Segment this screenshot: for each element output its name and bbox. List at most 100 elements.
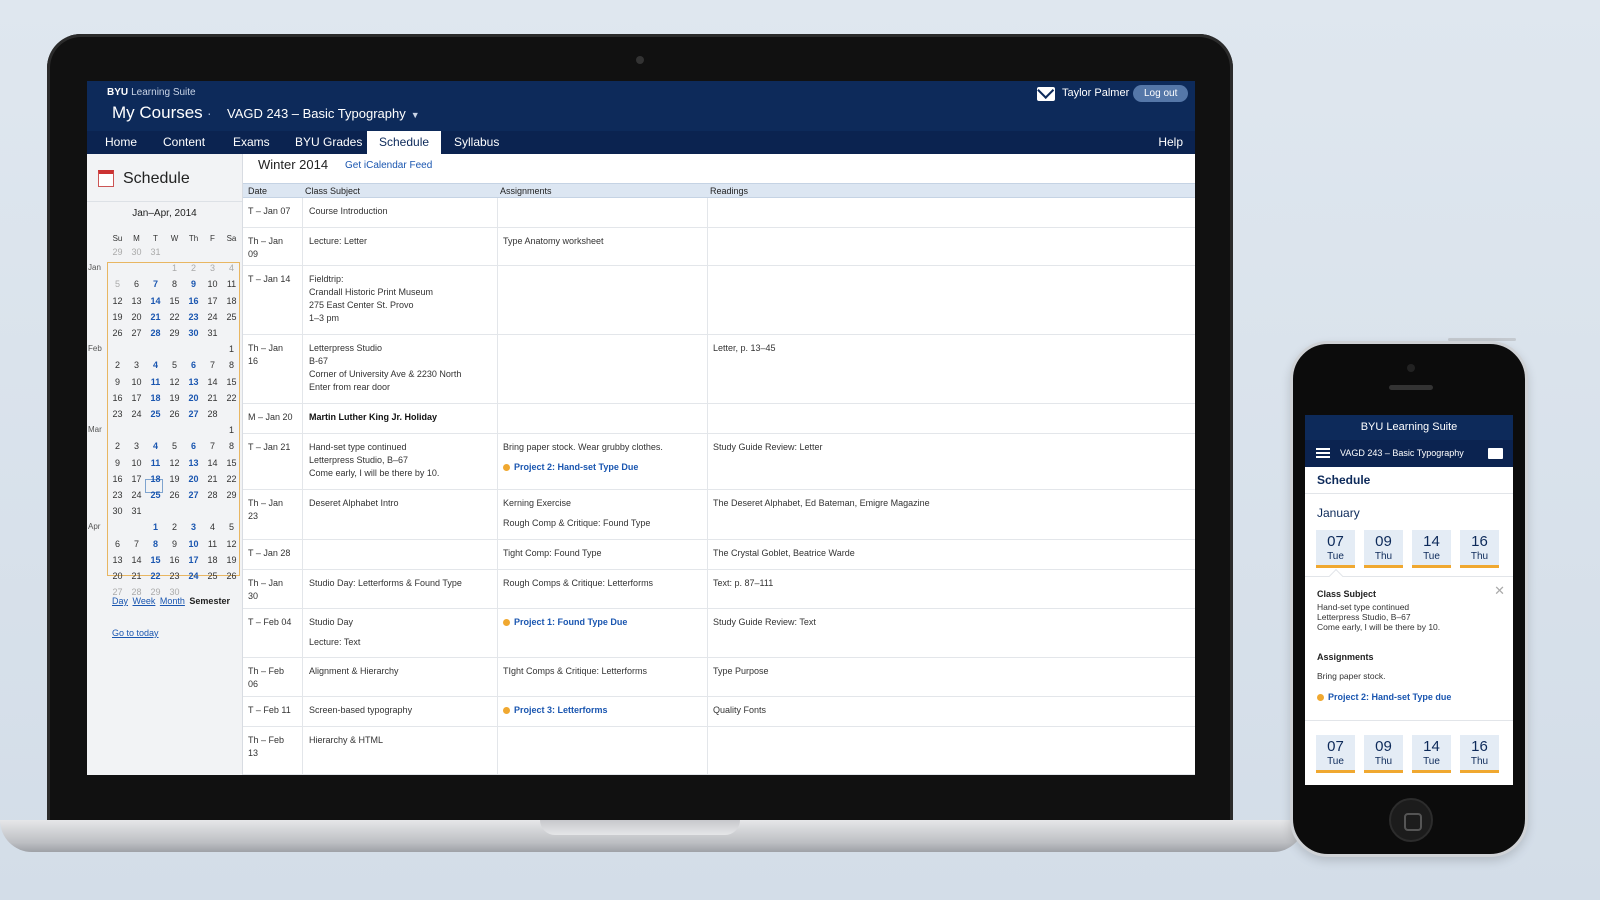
view-month-link[interactable]: Month: [160, 596, 185, 606]
calendar-day[interactable]: 31: [127, 506, 146, 516]
calendar-day[interactable]: 5: [222, 522, 241, 532]
calendar-day[interactable]: 26: [165, 490, 184, 500]
calendar-day[interactable]: 2: [108, 441, 127, 451]
go-to-today-link[interactable]: Go to today: [112, 628, 159, 638]
calendar-day[interactable]: 6: [184, 360, 203, 370]
project-link[interactable]: Project 2: Hand-set Type Due: [503, 461, 713, 474]
calendar-day[interactable]: 18: [203, 555, 222, 565]
calendar-day[interactable]: 18: [146, 474, 165, 484]
calendar-day[interactable]: 5: [165, 441, 184, 451]
phone-date-tile[interactable]: 09 Thu: [1364, 530, 1403, 568]
project-link[interactable]: Project 3: Letterforms: [503, 704, 713, 717]
calendar-day[interactable]: 25: [146, 409, 165, 419]
calendar-day[interactable]: 6: [127, 279, 146, 289]
phone-date-tile[interactable]: 16 Thu: [1460, 530, 1499, 568]
tab-content[interactable]: Content: [151, 131, 217, 154]
calendar-day[interactable]: 16: [184, 296, 203, 306]
calendar-day[interactable]: 22: [222, 474, 241, 484]
calendar-day[interactable]: 2: [184, 263, 203, 273]
help-link[interactable]: Help: [1158, 131, 1183, 154]
calendar-day[interactable]: 13: [184, 458, 203, 468]
calendar-day[interactable]: 28: [203, 409, 222, 419]
calendar-day[interactable]: 1: [146, 522, 165, 532]
calendar-day[interactable]: 17: [127, 393, 146, 403]
table-row[interactable]: T – Feb 11 Screen-based typography Project…: [243, 697, 1195, 727]
calendar-day[interactable]: 6: [108, 539, 127, 549]
calendar-day[interactable]: 15: [146, 555, 165, 565]
calendar-day[interactable]: 11: [146, 377, 165, 387]
calendar-day[interactable]: 17: [184, 555, 203, 565]
calendar-day[interactable]: 7: [127, 539, 146, 549]
calendar-day[interactable]: 6: [184, 441, 203, 451]
calendar-day[interactable]: 14: [146, 296, 165, 306]
calendar-day[interactable]: 31: [146, 247, 165, 257]
table-row[interactable]: Th – Feb 13 Hierarchy & HTML: [243, 727, 1195, 775]
calendar-day[interactable]: 25: [222, 312, 241, 322]
calendar-day[interactable]: 26: [108, 328, 127, 338]
calendar-day[interactable]: 15: [222, 458, 241, 468]
my-courses-link[interactable]: My Courses: [112, 103, 203, 123]
brand[interactable]: BYU Learning Suite: [107, 87, 196, 98]
calendar-day[interactable]: 22: [165, 312, 184, 322]
calendar-day[interactable]: 27: [184, 490, 203, 500]
phone-course-title[interactable]: VAGD 243 – Basic Typography: [1340, 448, 1464, 458]
table-row[interactable]: Th – Feb 06 Alignment & Hierarchy TIght Co…: [243, 658, 1195, 697]
home-button[interactable]: [1389, 798, 1433, 842]
calendar-day[interactable]: 10: [127, 458, 146, 468]
calendar-day[interactable]: 9: [165, 539, 184, 549]
calendar-day[interactable]: 20: [184, 474, 203, 484]
calendar-day[interactable]: 8: [165, 279, 184, 289]
calendar-day[interactable]: 9: [108, 377, 127, 387]
calendar-day[interactable]: 21: [203, 393, 222, 403]
calendar-day[interactable]: 19: [108, 312, 127, 322]
view-week-link[interactable]: Week: [133, 596, 156, 606]
calendar-day[interactable]: 29: [165, 328, 184, 338]
calendar-day[interactable]: 21: [127, 571, 146, 581]
calendar-day[interactable]: 19: [165, 393, 184, 403]
table-row[interactable]: T – Jan 21 Hand-set type continued Letter…: [243, 434, 1195, 490]
calendar-day[interactable]: 23: [108, 490, 127, 500]
table-row[interactable]: Th – Jan 09 Lecture: Letter Type Anatomy w…: [243, 228, 1195, 266]
view-day-link[interactable]: Day: [112, 596, 128, 606]
calendar-day[interactable]: 19: [165, 474, 184, 484]
calendar-day[interactable]: 24: [184, 571, 203, 581]
tab-syllabus[interactable]: Syllabus: [442, 131, 511, 154]
table-row[interactable]: Th – Jan 16 Letterpress Studio B-67 Corne…: [243, 335, 1195, 404]
close-icon[interactable]: ✕: [1494, 583, 1505, 599]
calendar-day[interactable]: 1: [165, 263, 184, 273]
hamburger-icon[interactable]: [1316, 448, 1330, 458]
calendar-day[interactable]: 2: [108, 360, 127, 370]
calendar-day[interactable]: 13: [108, 555, 127, 565]
table-row[interactable]: M – Jan 20 Martin Luther King Jr. Holiday: [243, 404, 1195, 434]
calendar-day[interactable]: 9: [184, 279, 203, 289]
calendar-day[interactable]: 4: [146, 360, 165, 370]
phone-date-tile[interactable]: 16 Thu: [1460, 735, 1499, 773]
table-row[interactable]: T – Jan 14 Fieldtrip: Crandall Historic P…: [243, 266, 1195, 335]
calendar-day[interactable]: 24: [203, 312, 222, 322]
calendar-day[interactable]: 4: [203, 522, 222, 532]
calendar-day[interactable]: 4: [146, 441, 165, 451]
calendar-day[interactable]: 12: [165, 377, 184, 387]
calendar-day[interactable]: 10: [127, 377, 146, 387]
calendar-day[interactable]: 14: [203, 458, 222, 468]
tab-home[interactable]: Home: [93, 131, 149, 154]
calendar-day[interactable]: 25: [203, 571, 222, 581]
calendar-day[interactable]: 3: [127, 360, 146, 370]
calendar-day[interactable]: 10: [184, 539, 203, 549]
phone-date-tile[interactable]: 09 Thu: [1364, 735, 1403, 773]
calendar-day[interactable]: 28: [203, 490, 222, 500]
calendar-day[interactable]: 14: [127, 555, 146, 565]
tab-schedule[interactable]: Schedule: [367, 131, 442, 154]
calendar-day[interactable]: 29: [222, 490, 241, 500]
calendar-day[interactable]: 4: [222, 263, 241, 273]
calendar-day[interactable]: 12: [222, 539, 241, 549]
mail-icon[interactable]: [1037, 87, 1055, 101]
calendar-day[interactable]: 24: [127, 409, 146, 419]
table-row[interactable]: T – Jan 28 Tight Comp: Found Type The Crys…: [243, 540, 1195, 570]
calendar-day[interactable]: 15: [222, 377, 241, 387]
table-row[interactable]: Th – Jan 30 Studio Day: Letterforms & Fou…: [243, 570, 1195, 609]
phone-date-tile[interactable]: 14 Tue: [1412, 735, 1451, 773]
calendar-day[interactable]: 13: [184, 377, 203, 387]
calendar-day[interactable]: 20: [184, 393, 203, 403]
calendar-day[interactable]: 24: [127, 490, 146, 500]
